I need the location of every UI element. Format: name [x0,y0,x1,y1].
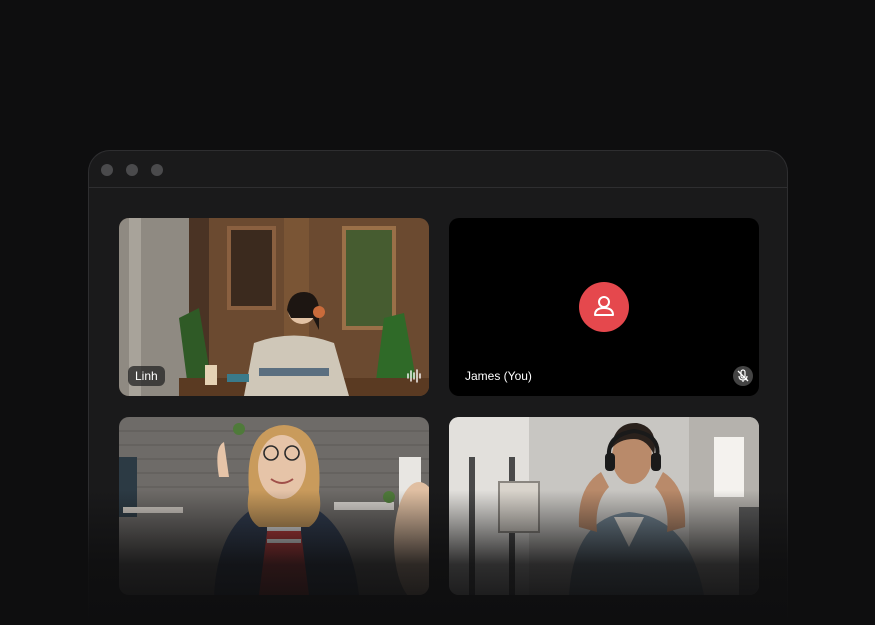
participant-video-4 [449,417,759,595]
participant-video-3 [119,417,429,595]
participant-tile-4[interactable] [449,417,759,595]
participant-tile-self[interactable]: James (You) [449,218,759,396]
user-icon [594,296,614,316]
participant-video-linh [119,218,429,396]
mic-muted-icon[interactable] [733,366,753,386]
audio-waveform-icon [403,366,423,386]
video-call-window: Linh James (You) [88,150,788,625]
participant-name-label: James (You) [465,369,532,383]
participant-tile-linh[interactable]: Linh [119,218,429,396]
participant-name-label: Linh [128,366,165,386]
window-maximize-button[interactable] [151,164,163,176]
participant-tile-3[interactable] [119,417,429,595]
stage: Linh James (You) [0,0,875,625]
avatar [579,282,629,332]
window-titlebar [89,151,787,188]
window-close-button[interactable] [101,164,113,176]
window-minimize-button[interactable] [126,164,138,176]
